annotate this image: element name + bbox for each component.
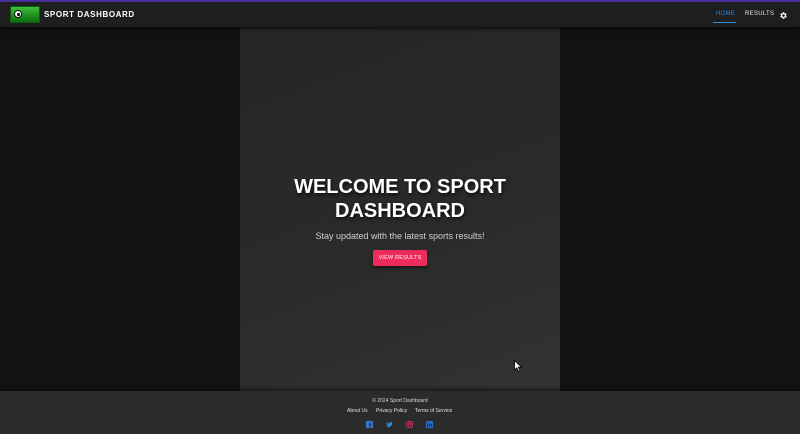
nav-results-link[interactable]: RESULTS: [745, 11, 774, 17]
twitter-icon[interactable]: [386, 421, 393, 428]
soccer-logo-icon[interactable]: [10, 6, 40, 23]
top-app-bar: SPORT DASHBOARD HOME RESULTS: [0, 0, 800, 27]
mouse-cursor-icon: [514, 360, 522, 372]
linkedin-icon[interactable]: [426, 421, 433, 428]
privacy-policy-link[interactable]: Privacy Policy: [376, 408, 407, 414]
instagram-icon[interactable]: [406, 421, 413, 428]
view-results-button[interactable]: VIEW RESULTS: [373, 250, 427, 266]
app-title: SPORT DASHBOARD: [44, 10, 135, 19]
terms-of-service-link[interactable]: Terms of Service: [415, 408, 452, 414]
hero-section: WELCOME TO SPORT DASHBOARD Stay updated …: [240, 27, 560, 391]
hero-subtitle: Stay updated with the latest sports resu…: [315, 231, 485, 241]
hero-title: WELCOME TO SPORT DASHBOARD: [294, 176, 506, 222]
nav-home-link[interactable]: HOME: [716, 11, 735, 17]
active-nav-indicator: [713, 22, 736, 23]
facebook-icon[interactable]: [366, 421, 373, 428]
copyright-text: © 2024 Sport Dashboard: [372, 398, 428, 404]
gear-icon[interactable]: [779, 11, 788, 20]
footer: © 2024 Sport Dashboard About Us Privacy …: [0, 391, 800, 434]
about-us-link[interactable]: About Us: [347, 408, 368, 414]
